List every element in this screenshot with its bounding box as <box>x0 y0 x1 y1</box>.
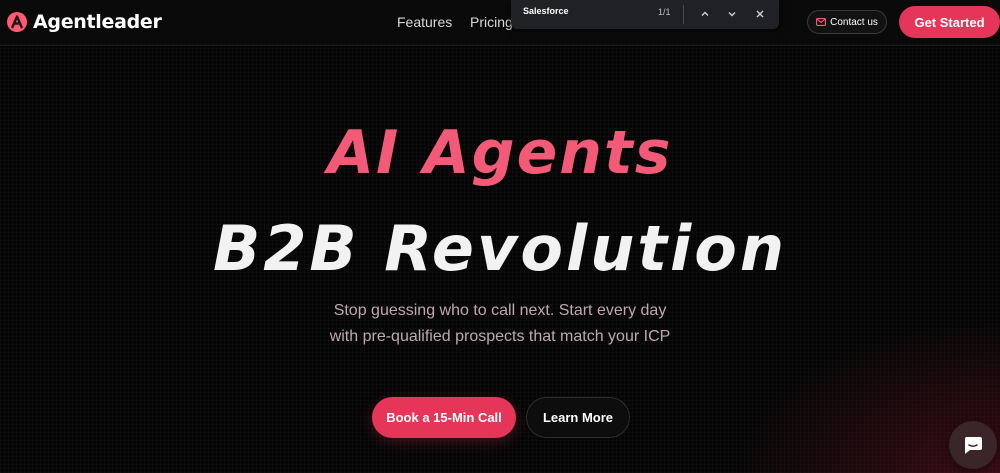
close-icon <box>756 10 764 18</box>
hero-subtitle: Stop guessing who to call next. Start ev… <box>0 298 1000 350</box>
chat-widget-button[interactable] <box>949 421 997 469</box>
chat-bubble-icon <box>964 437 982 454</box>
find-input[interactable]: Salesforce <box>523 6 569 16</box>
chevron-up-icon <box>701 11 709 16</box>
browser-find-bar: Salesforce 1/1 <box>511 0 779 29</box>
chevron-down-icon <box>728 12 736 17</box>
brand-name: Agentleader <box>33 11 162 33</box>
find-match-count: 1/1 <box>658 7 671 17</box>
learn-more-button[interactable]: Learn More <box>526 397 630 438</box>
nav-link-pricing[interactable]: Pricing <box>470 14 513 30</box>
brand-logo-link[interactable]: Agentleader <box>7 9 162 35</box>
nav-link-features[interactable]: Features <box>397 14 452 30</box>
top-navbar: Agentleader Features Pricing Contact us … <box>0 0 1000 46</box>
hero-subtitle-line1: Stop guessing who to call next. Start ev… <box>333 302 667 319</box>
find-next-button[interactable] <box>723 5 741 23</box>
contact-us-label: Contact us <box>830 16 878 28</box>
get-started-button[interactable]: Get Started <box>899 6 1000 38</box>
find-divider <box>683 5 684 24</box>
a-letter-logo-icon <box>7 12 27 32</box>
find-close-button[interactable] <box>751 5 769 23</box>
mail-icon <box>816 18 827 26</box>
hero-subtitle-line2: with pre-qualified prospects that match … <box>329 328 671 345</box>
find-previous-button[interactable] <box>696 5 714 23</box>
hero-headline-ai-agents: AI Agents <box>327 118 673 188</box>
hero-headline-b2b-revolution: B2B Revolution <box>213 212 787 285</box>
contact-us-button[interactable]: Contact us <box>807 10 887 34</box>
book-call-button[interactable]: Book a 15-Min Call <box>372 397 516 438</box>
